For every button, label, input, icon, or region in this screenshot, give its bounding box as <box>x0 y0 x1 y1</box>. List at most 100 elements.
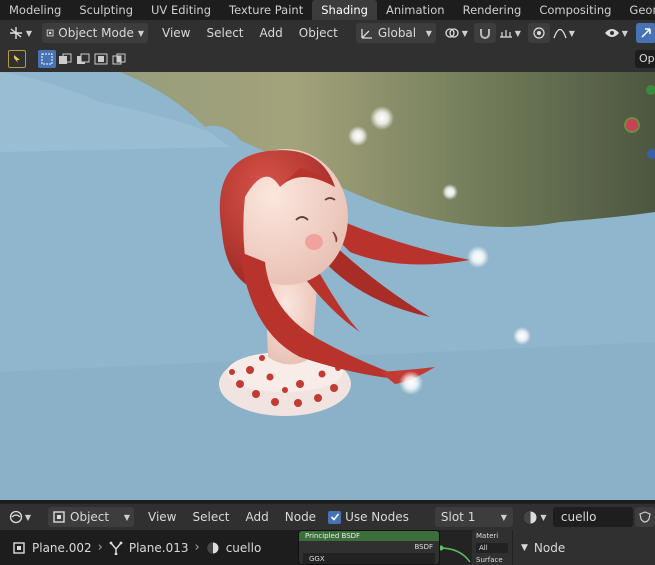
chevron-down-icon: ▼ <box>500 512 507 522</box>
falloff-curve-icon <box>553 28 567 39</box>
snap-target-dropdown[interactable]: ▼ <box>496 23 524 43</box>
node-panel-tab[interactable]: Node <box>534 541 565 555</box>
distribution-dropdown[interactable]: GGX <box>303 553 435 564</box>
chevron-down-icon: ▼ <box>137 28 144 38</box>
tab-shading[interactable]: Shading <box>312 0 377 20</box>
chevron-down-icon: ▼ <box>621 28 628 38</box>
select-new-button[interactable] <box>38 50 56 68</box>
tab-compositing[interactable]: Compositing <box>530 0 620 20</box>
pivot-icon <box>445 28 459 38</box>
proportional-edit-toggle[interactable] <box>527 23 550 43</box>
breadcrumb-object: Plane.002 <box>6 541 98 555</box>
shield-icon <box>639 511 651 523</box>
proportional-edit-icon <box>533 27 545 39</box>
tab-sculpting[interactable]: Sculpting <box>70 0 142 20</box>
editor-type-dropdown[interactable]: ▼ <box>4 23 36 43</box>
checkmark-icon <box>328 510 342 524</box>
object-icon <box>13 541 25 554</box>
select-extend-button[interactable] <box>56 50 74 68</box>
slot-dropdown[interactable]: Slot 1 ▼ <box>434 507 513 527</box>
select-invert-button[interactable] <box>92 50 110 68</box>
node-sidebar-panel: ▼ Node <box>512 530 655 565</box>
select-subtract-button[interactable] <box>74 50 92 68</box>
chevron-down-icon: ▼ <box>24 512 32 522</box>
node-output-bsdf[interactable]: BSDF <box>299 541 439 553</box>
transform-orientation-label: Global <box>377 26 417 40</box>
select-intersect-button[interactable] <box>110 50 128 68</box>
use-nodes-checkbox[interactable]: Use Nodes <box>328 510 409 524</box>
gizmo-toggle[interactable] <box>635 23 655 43</box>
material-output-node[interactable]: Materi All Surface <box>472 530 512 565</box>
object-icon <box>53 511 65 523</box>
menu-object[interactable]: Object <box>291 23 346 43</box>
node-title: Principled BSDF <box>299 531 439 541</box>
material-output-title: Materi <box>476 532 499 540</box>
viewport-editor-icon <box>9 27 22 39</box>
chevron-down-icon: ▼ <box>540 512 547 522</box>
menu-add[interactable]: Add <box>252 23 291 43</box>
menu-view[interactable]: View <box>154 23 198 43</box>
select-extend-icon <box>59 53 72 64</box>
principled-bsdf-node[interactable]: Principled BSDF BSDF GGX <box>298 530 440 565</box>
node-menu-view[interactable]: View <box>140 507 184 527</box>
orientation-icon <box>361 29 372 39</box>
node-editor-type-dropdown[interactable]: ▼ <box>4 507 36 527</box>
node-menu-select[interactable]: Select <box>184 507 237 527</box>
tab-texture-paint[interactable]: Texture Paint <box>220 0 312 20</box>
breadcrumb-mesh-label: Plane.013 <box>128 540 189 555</box>
surface-socket-label: Surface <box>476 556 503 564</box>
select-new-icon <box>41 53 53 65</box>
tab-rendering[interactable]: Rendering <box>454 0 531 20</box>
select-invert-icon <box>94 53 108 65</box>
tab-geometry-nodes[interactable]: Geometry Node <box>620 0 655 20</box>
shader-editor-icon <box>9 510 23 524</box>
chevron-down-icon: ▼ <box>461 28 468 38</box>
select-tool-button[interactable] <box>8 50 26 68</box>
magnet-icon <box>479 29 490 39</box>
snap-toggle[interactable] <box>473 23 496 43</box>
chevron-down-icon[interactable]: ▼ <box>521 543 528 553</box>
target-dropdown[interactable]: All <box>476 543 508 553</box>
object-mode-label: Object Mode <box>58 26 134 40</box>
cursor-arrow-icon <box>14 55 20 63</box>
node-canvas[interactable]: Materi All Surface <box>438 530 512 565</box>
3d-viewport[interactable] <box>0 72 655 500</box>
select-subtract-icon <box>77 53 90 64</box>
transform-orientation-dropdown[interactable]: Global ▼ <box>355 23 436 43</box>
falloff-dropdown[interactable]: ▼ <box>550 23 578 43</box>
breadcrumb-material: cuello <box>200 541 268 555</box>
object-mode-dropdown[interactable]: Object Mode ▼ <box>42 23 148 43</box>
tab-uv-editing[interactable]: UV Editing <box>142 0 220 20</box>
pivot-point-dropdown[interactable]: ▼ <box>440 23 472 43</box>
fake-user-button[interactable] <box>635 507 655 527</box>
visibility-dropdown[interactable]: ▼ <box>600 23 632 43</box>
breadcrumb-mesh: Plane.013 <box>103 541 195 555</box>
breadcrumb-material-label: cuello <box>225 540 262 555</box>
chevron-down-icon: ▼ <box>425 28 432 38</box>
menu-select[interactable]: Select <box>198 23 251 43</box>
chevron-down-icon: ▼ <box>514 28 521 38</box>
shader-type-dropdown[interactable]: Object ▼ <box>48 507 134 527</box>
snap-increment-icon <box>499 30 512 38</box>
material-name-field[interactable]: cuello <box>552 507 633 527</box>
material-sphere-icon <box>524 511 537 523</box>
tab-modeling[interactable]: Modeling <box>0 0 70 20</box>
chevron-down-icon: ▼ <box>25 28 33 38</box>
shader-type-label: Object <box>70 510 110 524</box>
options-button[interactable]: Op <box>635 50 655 68</box>
chevron-down-icon: ▼ <box>123 512 130 522</box>
node-menu-node[interactable]: Node <box>277 507 324 527</box>
viewport-render <box>0 72 655 500</box>
node-menu-add[interactable]: Add <box>238 507 277 527</box>
material-browse-dropdown[interactable]: ▼ <box>519 507 551 527</box>
viewport-header: ▼ Object Mode ▼ View Select Add Object G… <box>0 20 655 46</box>
material-sphere-icon <box>207 542 219 553</box>
node-editor-header: ▼ Object ▼ View Select Add Node Use Node… <box>0 503 655 530</box>
chevron-down-icon: ▼ <box>568 28 575 38</box>
tab-animation[interactable]: Animation <box>377 0 454 20</box>
use-nodes-label: Use Nodes <box>345 510 409 524</box>
slot-label: Slot 1 <box>440 510 476 524</box>
gizmo-icon <box>641 28 651 38</box>
eye-icon <box>604 29 619 37</box>
object-mode-icon <box>46 29 54 37</box>
